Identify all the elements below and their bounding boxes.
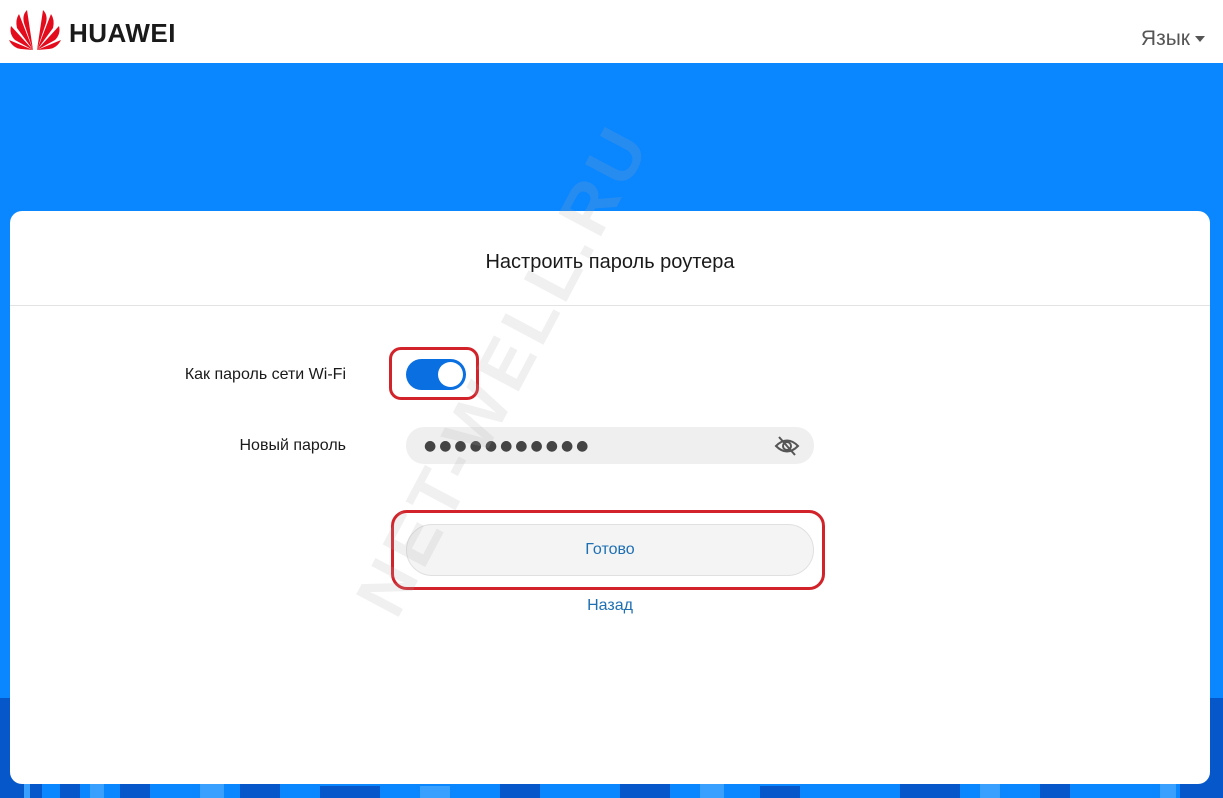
back-link[interactable]: Назад [10, 597, 1210, 615]
wifi-password-toggle[interactable] [406, 359, 466, 390]
new-password-field[interactable]: ●●●●●●●●●●● [406, 427, 814, 464]
language-label: Язык [1140, 27, 1190, 50]
language-selector[interactable]: Язык [1141, 27, 1205, 51]
setup-card: Настроить пароль роутера Как пароль сети… [10, 111, 1210, 784]
caret-down-icon [1195, 36, 1205, 42]
page-title: Настроить пароль роутера [485, 251, 735, 273]
top-header: HUAWEI Язык [0, 0, 1223, 63]
new-password-label: Новый пароль [239, 437, 346, 454]
toggle-knob [438, 362, 463, 387]
password-value: ●●●●●●●●●●● [424, 437, 592, 454]
brand-name: HUAWEI [69, 18, 176, 48]
title-divider [10, 305, 1210, 306]
eye-slash-icon[interactable] [774, 435, 800, 457]
wifi-password-label: Как пароль сети Wi-Fi [184, 366, 346, 383]
huawei-logo-icon [9, 10, 61, 50]
done-button[interactable]: Готово [406, 524, 814, 576]
